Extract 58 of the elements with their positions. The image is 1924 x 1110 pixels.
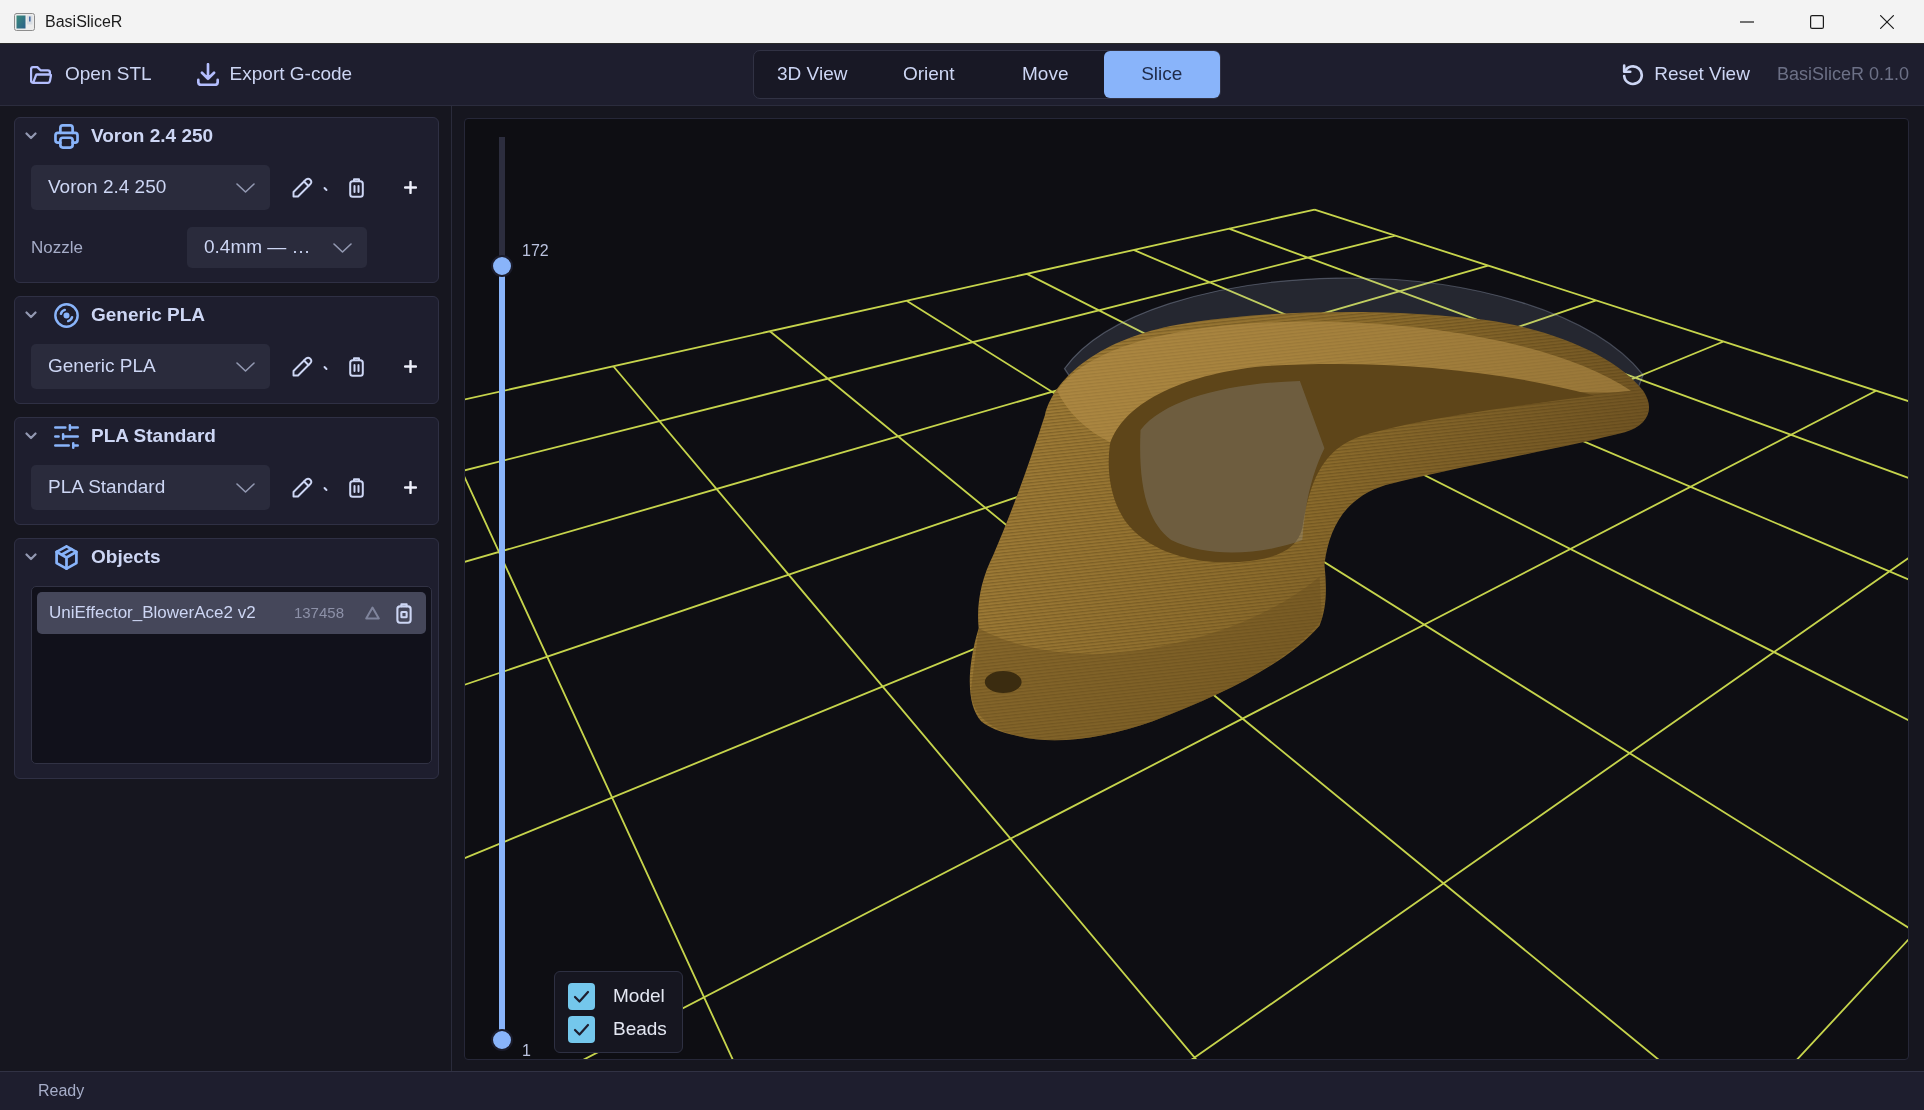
object-name: UniEffector_BlowerAce2 v2 bbox=[49, 602, 256, 625]
section-title: Objects bbox=[91, 544, 161, 569]
field-label: Nozzle bbox=[31, 236, 84, 259]
sliders-icon bbox=[54, 423, 79, 449]
open-file-button[interactable]: Open STL bbox=[30, 60, 152, 89]
layer-value-label: 1 bbox=[522, 1043, 531, 1059]
export-button[interactable]: Export G-code bbox=[196, 60, 353, 89]
status-text: Ready bbox=[38, 1081, 85, 1101]
trash-icon[interactable] bbox=[349, 477, 364, 498]
preset-dropdown[interactable]: Generic PLA bbox=[31, 344, 270, 389]
triangle-count: 137458 bbox=[293, 602, 344, 623]
pencil-icon[interactable] bbox=[292, 177, 329, 198]
chevron-down-icon bbox=[333, 242, 352, 253]
minimize-icon[interactable] bbox=[1740, 20, 1754, 23]
view-tab[interactable]: Orient bbox=[870, 51, 987, 98]
close-icon[interactable] bbox=[1880, 14, 1894, 29]
box-icon bbox=[54, 544, 79, 570]
section-title: PLA Standard bbox=[91, 423, 216, 448]
trash-icon[interactable] bbox=[349, 356, 364, 377]
view-tab[interactable]: Slice bbox=[1103, 51, 1220, 98]
plus-icon[interactable] bbox=[404, 360, 417, 373]
maximize-icon[interactable] bbox=[1810, 14, 1824, 29]
disc-icon bbox=[54, 302, 79, 328]
chevron-down-icon[interactable] bbox=[25, 553, 37, 561]
toggle-label: Model bbox=[613, 984, 665, 1009]
printer-icon bbox=[54, 123, 79, 149]
folder-icon bbox=[30, 65, 52, 84]
section-title: Generic PLA bbox=[91, 302, 206, 327]
reset-view-button[interactable]: Reset View bbox=[1622, 60, 1750, 89]
chevron-down-icon bbox=[236, 182, 255, 193]
reset-icon bbox=[1622, 63, 1645, 86]
download-icon bbox=[196, 63, 219, 86]
plus-icon[interactable] bbox=[404, 481, 417, 494]
app-icon bbox=[14, 12, 35, 31]
chevron-down-icon[interactable] bbox=[25, 132, 37, 140]
window-title: BasiSliceR bbox=[45, 11, 123, 32]
pencil-icon[interactable] bbox=[292, 477, 329, 498]
chevron-down-icon bbox=[236, 482, 255, 493]
checkbox[interactable] bbox=[568, 1016, 595, 1043]
chevron-down-icon bbox=[236, 361, 255, 372]
chevron-down-icon[interactable] bbox=[25, 432, 37, 440]
chevron-down-icon[interactable] bbox=[25, 311, 37, 319]
trash-icon[interactable] bbox=[349, 177, 364, 198]
section-title: Voron 2.4 250 bbox=[91, 123, 214, 148]
object-row[interactable]: UniEffector_BlowerAce2 v2 137458 bbox=[37, 592, 426, 634]
checkbox[interactable] bbox=[568, 983, 595, 1010]
view-tab[interactable]: Move bbox=[987, 51, 1104, 98]
pencil-icon[interactable] bbox=[292, 356, 329, 377]
triangle-icon bbox=[365, 606, 380, 620]
nozzle-dropdown[interactable]: 0.4mm — … bbox=[187, 227, 367, 268]
trash-icon[interactable] bbox=[396, 602, 412, 624]
preset-dropdown[interactable]: Voron 2.4 250 bbox=[31, 165, 270, 210]
view-tab[interactable]: 3D View bbox=[754, 51, 871, 98]
version-label: BasiSliceR 0.1.0 bbox=[1776, 63, 1909, 86]
preset-dropdown[interactable]: PLA Standard bbox=[31, 465, 270, 510]
layer-value-label: 172 bbox=[522, 243, 549, 260]
plus-icon[interactable] bbox=[404, 181, 417, 194]
toggle-label: Beads bbox=[613, 1017, 667, 1042]
